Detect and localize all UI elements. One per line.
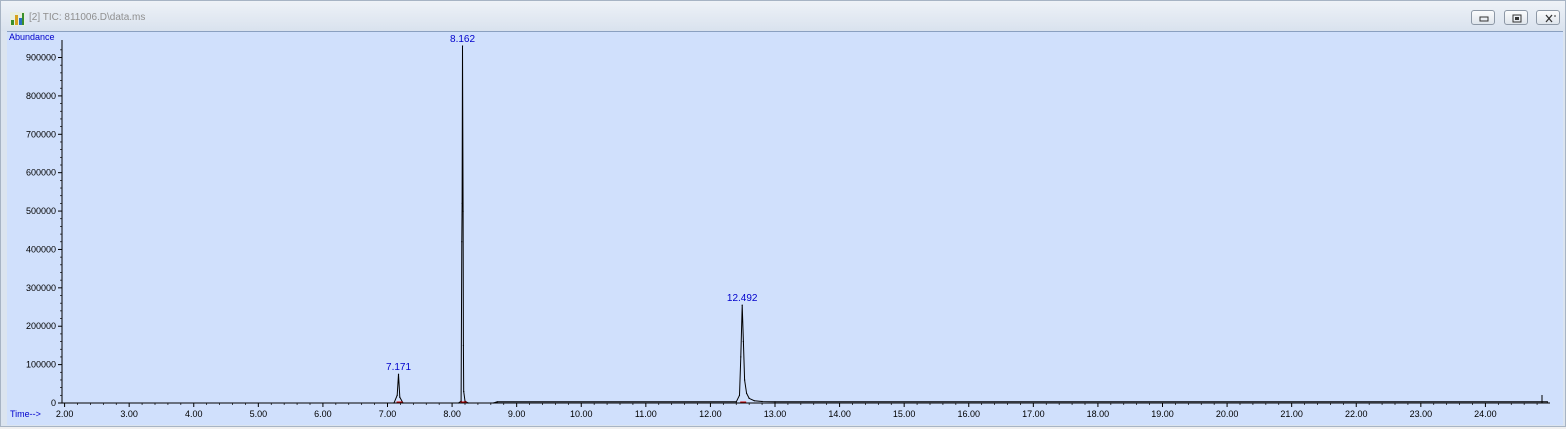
x-tick-label: 14.00 bbox=[828, 409, 851, 419]
peak-label: 8.162 bbox=[450, 34, 475, 45]
tic-data-point bbox=[745, 392, 748, 395]
tic-data-point bbox=[461, 202, 463, 204]
x-tick-label: 5.00 bbox=[250, 409, 268, 419]
tic-data-point bbox=[461, 241, 463, 243]
chromatogram-window: [2] TIC: 811006.D\data.ms Abundance Time-… bbox=[0, 0, 1566, 427]
tic-data-point bbox=[742, 340, 744, 343]
tic-data-point bbox=[457, 402, 460, 404]
x-tick-label: 13.00 bbox=[764, 409, 787, 419]
chromatogram-app-icon bbox=[10, 12, 25, 26]
tic-data-point bbox=[735, 401, 737, 403]
tic-data-point bbox=[774, 401, 776, 403]
tic-trace-line bbox=[62, 45, 1548, 404]
minimize-icon bbox=[1479, 16, 1489, 22]
close-button[interactable] bbox=[1536, 10, 1560, 25]
y-tick-label: 0 bbox=[51, 398, 56, 408]
x-tick-label: 24.00 bbox=[1474, 409, 1497, 419]
x-tick-label: 15.00 bbox=[893, 409, 916, 419]
restore-button[interactable] bbox=[1504, 10, 1528, 25]
tic-data-point bbox=[748, 397, 750, 399]
tic-data-point bbox=[492, 402, 495, 404]
restore-icon bbox=[1512, 14, 1522, 23]
tic-data-point bbox=[467, 402, 469, 404]
x-tick-label: 8.00 bbox=[443, 409, 461, 419]
tic-data-point bbox=[402, 402, 404, 404]
x-tick-label: 20.00 bbox=[1216, 409, 1239, 419]
tic-data-point bbox=[399, 396, 401, 398]
tic-data-point bbox=[61, 402, 63, 404]
peak-label: 12.492 bbox=[727, 293, 758, 304]
tic-data-point bbox=[740, 356, 742, 358]
tic-data-point bbox=[396, 394, 398, 396]
x-tick-label: 7.00 bbox=[379, 409, 397, 419]
y-tick-label: 900000 bbox=[26, 53, 56, 63]
minimize-button[interactable] bbox=[1471, 10, 1495, 25]
tic-data-point bbox=[393, 402, 395, 404]
y-axis-title: Abundance bbox=[9, 32, 55, 42]
tic-data-point bbox=[397, 373, 400, 375]
x-tick-label: 9.00 bbox=[508, 409, 526, 419]
x-tick-label: 3.00 bbox=[120, 409, 138, 419]
x-tick-label: 10.00 bbox=[570, 409, 593, 419]
x-tick-label: 4.00 bbox=[185, 409, 203, 419]
peak-label: 7.171 bbox=[386, 362, 411, 373]
y-tick-label: 200000 bbox=[26, 321, 56, 331]
x-tick-label: 22.00 bbox=[1345, 409, 1368, 419]
x-tick-label: 16.00 bbox=[957, 409, 980, 419]
y-tick-label: 700000 bbox=[26, 129, 56, 139]
x-tick-label: 11.00 bbox=[635, 409, 657, 419]
x-tick-label: 2.00 bbox=[56, 409, 74, 419]
tic-data-point bbox=[753, 400, 755, 402]
x-tick-label: 21.00 bbox=[1280, 409, 1303, 419]
x-axis-title: Time--> bbox=[10, 409, 41, 419]
x-tick-label: 18.00 bbox=[1087, 409, 1110, 419]
tic-data-point bbox=[462, 344, 464, 347]
x-tick-label: 12.00 bbox=[699, 409, 722, 419]
y-tick-label: 300000 bbox=[26, 283, 56, 293]
tic-data-point bbox=[738, 394, 741, 396]
tic-data-point bbox=[1546, 401, 1549, 403]
tic-data-point bbox=[462, 210, 464, 212]
tic-data-point bbox=[496, 401, 498, 403]
x-tick-label: 6.00 bbox=[314, 409, 332, 419]
tic-data-point bbox=[744, 379, 746, 381]
x-tick-label: 23.00 bbox=[1410, 409, 1433, 419]
tic-data-point bbox=[461, 45, 464, 47]
y-tick-label: 500000 bbox=[26, 206, 56, 216]
tic-data-point bbox=[463, 390, 465, 393]
y-tick-label: 600000 bbox=[26, 168, 56, 178]
y-tick-label: 100000 bbox=[26, 360, 56, 370]
y-tick-label: 800000 bbox=[26, 91, 56, 101]
chart-area[interactable]: Abundance Time--> 0 100000 200000 300000 40000… bbox=[7, 31, 1563, 425]
x-tick-label: 19.00 bbox=[1151, 409, 1174, 419]
y-tick-label: 400000 bbox=[26, 244, 56, 254]
close-icon bbox=[1545, 14, 1556, 23]
title-bar[interactable]: [2] TIC: 811006.D\data.ms bbox=[1, 1, 1565, 31]
chromatogram-chart[interactable]: Abundance Time--> 0 100000 200000 300000 40000… bbox=[7, 32, 1563, 425]
tic-data-point bbox=[761, 400, 763, 403]
x-tick-label: 17.00 bbox=[1022, 409, 1045, 419]
tic-data-point bbox=[741, 304, 743, 306]
window-title: [2] TIC: 811006.D\data.ms bbox=[29, 12, 146, 23]
